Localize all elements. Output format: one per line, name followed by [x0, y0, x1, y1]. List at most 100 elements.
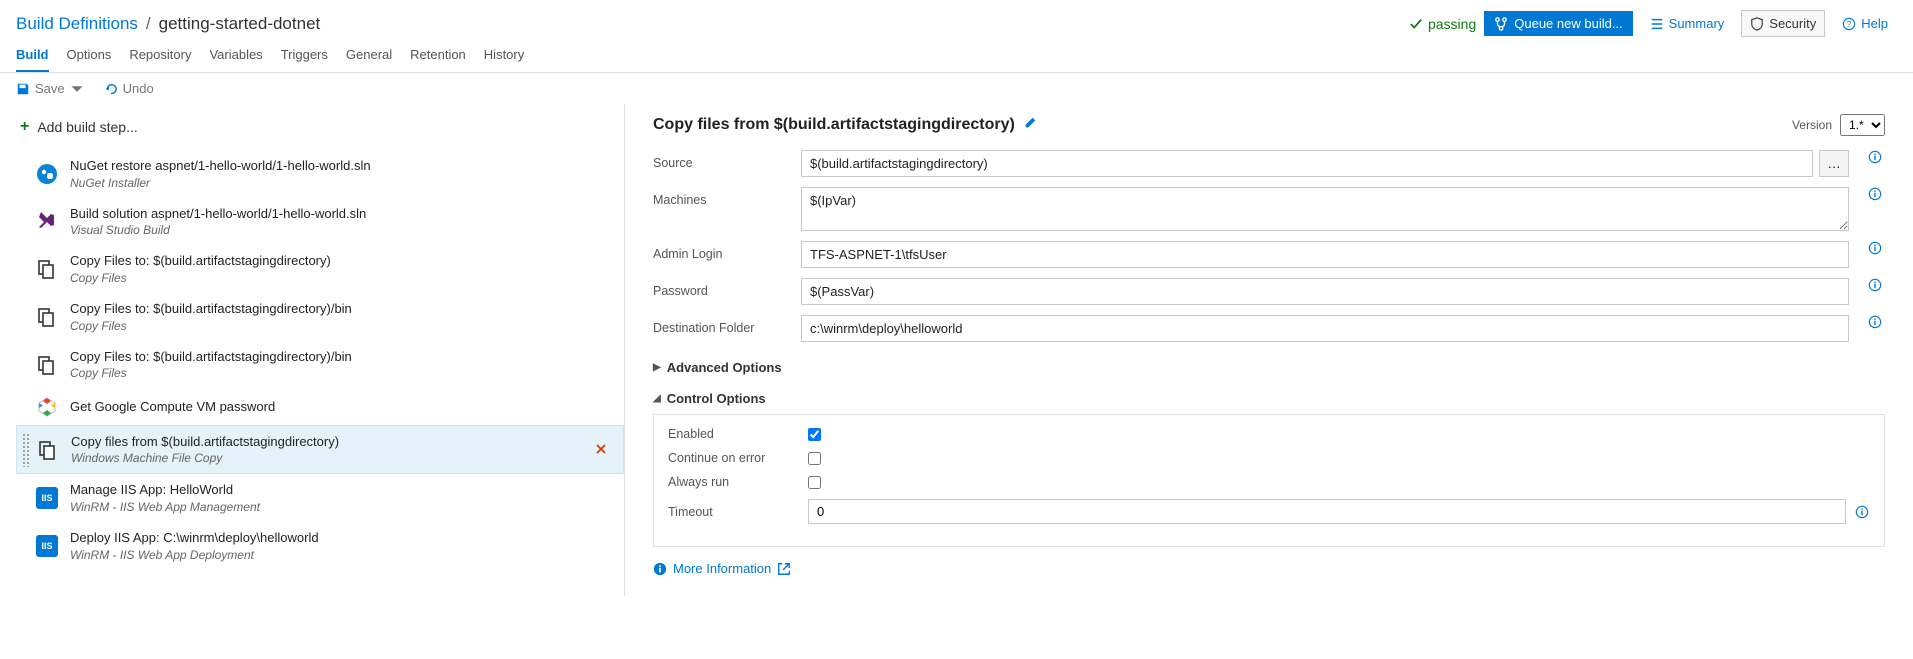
check-always[interactable]	[808, 476, 821, 489]
security-button[interactable]: Security	[1741, 10, 1825, 37]
info-icon	[1855, 505, 1869, 519]
step-text: Build solution aspnet/1-hello-world/1-he…	[70, 205, 584, 239]
version-label: Version	[1792, 118, 1832, 132]
build-status: passing	[1409, 16, 1476, 32]
external-link-icon	[777, 562, 791, 576]
info-password[interactable]	[1865, 278, 1885, 292]
build-step[interactable]: Build solution aspnet/1-hello-world/1-he…	[16, 198, 624, 246]
steps-list: NuGet restore aspnet/1-hello-world/1-hel…	[16, 150, 624, 570]
build-step[interactable]: NuGet restore aspnet/1-hello-world/1-hel…	[16, 150, 624, 198]
breadcrumb-root[interactable]: Build Definitions	[16, 14, 138, 34]
undo-icon	[104, 82, 118, 96]
info-icon	[1868, 150, 1882, 164]
build-step[interactable]: IISManage IIS App: HelloWorldWinRM - IIS…	[16, 474, 624, 522]
close-icon	[595, 443, 607, 455]
info-dest[interactable]	[1865, 315, 1885, 329]
step-title: Manage IIS App: HelloWorld	[70, 481, 584, 499]
step-text: Copy Files to: $(build.artifactstagingdi…	[70, 252, 584, 286]
shield-icon	[1750, 17, 1764, 31]
step-title: Build solution aspnet/1-hello-world/1-he…	[70, 205, 584, 223]
build-step[interactable]: Copy Files to: $(build.artifactstagingdi…	[16, 245, 624, 293]
info-timeout[interactable]	[1852, 505, 1872, 519]
info-machines[interactable]	[1865, 187, 1885, 201]
input-admin[interactable]	[801, 241, 1849, 268]
check-cont-err[interactable]	[808, 452, 821, 465]
build-step[interactable]: IISDeploy IIS App: C:\winrm\deploy\hello…	[16, 522, 624, 570]
summary-button[interactable]: Summary	[1641, 10, 1734, 37]
step-title: Copy Files to: $(build.artifactstagingdi…	[70, 348, 584, 366]
label-dest: Destination Folder	[653, 315, 785, 335]
undo-label: Undo	[123, 81, 154, 96]
chevron-right-icon: ▶	[653, 362, 661, 373]
build-step[interactable]: Copy Files to: $(build.artifactstagingdi…	[16, 293, 624, 341]
panel-title-row: Copy files from $(build.artifactstagingd…	[653, 114, 1885, 136]
build-step[interactable]: Copy files from $(build.artifactstagingd…	[16, 425, 624, 475]
chevron-down-icon	[70, 82, 84, 96]
build-step[interactable]: Get Google Compute VM password	[16, 389, 624, 425]
step-subtitle: WinRM - IIS Web App Management	[70, 499, 584, 515]
chevron-down-icon: ◢	[653, 393, 661, 404]
step-title: Copy files from $(build.artifactstagingd…	[71, 433, 583, 451]
info-icon	[1868, 187, 1882, 201]
step-subtitle: NuGet Installer	[70, 175, 584, 191]
build-status-text: passing	[1428, 16, 1476, 32]
tab-variables[interactable]: Variables	[209, 47, 262, 72]
step-title: Deploy IIS App: C:\winrm\deploy\hellowor…	[70, 529, 584, 547]
queue-build-label: Queue new build...	[1514, 16, 1622, 31]
tab-retention[interactable]: Retention	[410, 47, 466, 72]
toolbar: Save Undo	[0, 73, 1913, 104]
panel-title: Copy files from $(build.artifactstagingd…	[653, 116, 1015, 134]
info-source[interactable]	[1865, 150, 1885, 164]
step-text: Deploy IIS App: C:\winrm\deploy\hellowor…	[70, 529, 584, 563]
info-icon	[1868, 278, 1882, 292]
check-enabled[interactable]	[808, 428, 821, 441]
section-advanced[interactable]: ▶ Advanced Options	[653, 352, 1885, 383]
tab-history[interactable]: History	[484, 47, 524, 72]
add-step-label: Add build step...	[37, 119, 137, 135]
row-admin: Admin Login	[653, 241, 1885, 268]
label-machines: Machines	[653, 187, 785, 207]
step-subtitle: Copy Files	[70, 318, 584, 334]
undo-button[interactable]: Undo	[104, 81, 154, 96]
row-machines: Machines $(IpVar)	[653, 187, 1885, 231]
more-info-link[interactable]: More Information	[653, 561, 1885, 576]
input-source[interactable]	[801, 150, 1813, 177]
tab-repository[interactable]: Repository	[129, 47, 191, 72]
info-icon	[1868, 315, 1882, 329]
input-dest[interactable]	[801, 315, 1849, 342]
row-password: Password	[653, 278, 1885, 305]
section-control[interactable]: ◢ Control Options	[653, 383, 1885, 414]
queue-build-button[interactable]: Queue new build...	[1484, 11, 1632, 36]
build-step[interactable]: Copy Files to: $(build.artifactstagingdi…	[16, 341, 624, 389]
step-icon	[37, 439, 59, 461]
step-icon	[36, 396, 58, 418]
step-text: Manage IIS App: HelloWorldWinRM - IIS We…	[70, 481, 584, 515]
help-button[interactable]: ? Help	[1833, 10, 1897, 37]
add-build-step[interactable]: + Add build step...	[16, 110, 624, 150]
save-button[interactable]: Save	[16, 81, 84, 96]
browse-source-button[interactable]: …	[1819, 150, 1849, 177]
edit-title-button[interactable]	[1023, 116, 1037, 135]
tab-build[interactable]: Build	[16, 47, 49, 72]
label-always: Always run	[668, 475, 808, 489]
step-icon	[36, 163, 58, 185]
label-admin: Admin Login	[653, 241, 785, 261]
tab-options[interactable]: Options	[67, 47, 112, 72]
header-actions: passing Queue new build... Summary Secur…	[1409, 10, 1897, 37]
input-timeout[interactable]	[808, 499, 1846, 524]
main: + Add build step... NuGet restore aspnet…	[0, 104, 1913, 596]
row-timeout: Timeout	[668, 499, 1872, 524]
input-machines[interactable]: $(IpVar)	[801, 187, 1849, 231]
delete-step-button[interactable]	[595, 442, 615, 458]
info-admin[interactable]	[1865, 241, 1885, 255]
tab-general[interactable]: General	[346, 47, 392, 72]
help-label: Help	[1861, 16, 1888, 31]
tab-triggers[interactable]: Triggers	[281, 47, 328, 72]
version-select[interactable]: 1.*	[1840, 114, 1885, 136]
label-timeout: Timeout	[668, 505, 808, 519]
step-subtitle: Visual Studio Build	[70, 222, 584, 238]
info-icon	[653, 562, 667, 576]
input-password[interactable]	[801, 278, 1849, 305]
step-text: Get Google Compute VM password	[70, 398, 584, 416]
control-options: Enabled Continue on error Always run Tim…	[653, 414, 1885, 547]
